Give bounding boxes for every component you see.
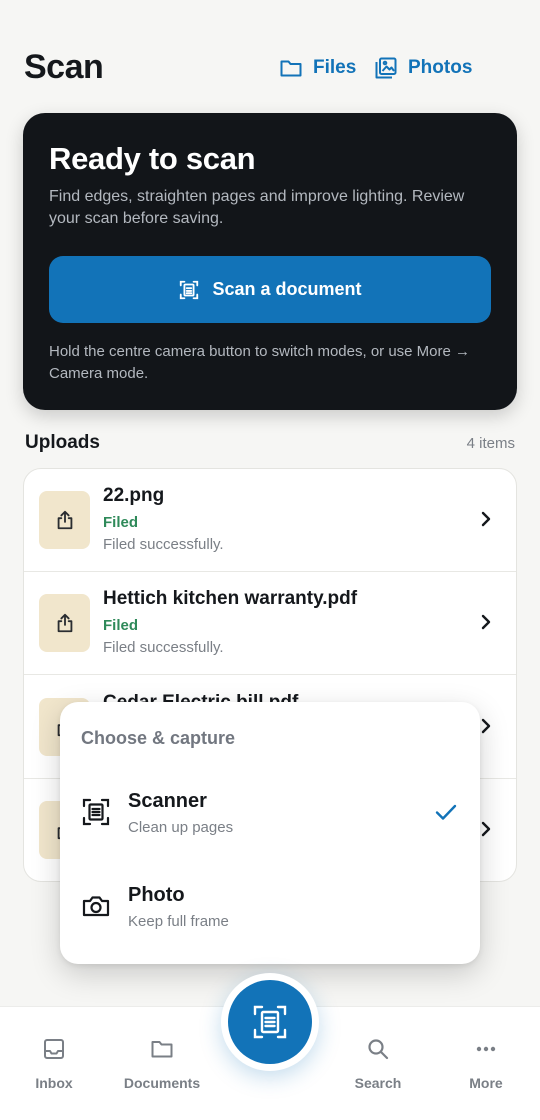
upload-name: Hettich kitchen warranty.pdf [103,588,358,609]
nav-item-more[interactable]: More [436,1037,536,1091]
nav-label-inbox: Inbox [35,1075,73,1091]
nav-label-documents: Documents [123,1075,201,1091]
upload-icon-tile [39,594,90,652]
header: Scan Files Photos [0,0,540,110]
uploads-count: 4 items [466,435,515,452]
upload-icon-tile [39,491,90,549]
scanner-option[interactable]: Scanner Clean up pages [60,782,480,862]
files-link-label: Files [313,57,357,78]
list-item[interactable]: Hettich kitchen warranty.pdf Filed Filed… [24,572,516,675]
photos-link[interactable]: Photos [374,56,472,80]
photo-option[interactable]: Photo Keep full frame [60,876,480,956]
more-icon [476,1046,496,1052]
photos-icon [375,57,397,79]
scanner-option-description: Clean up pages [128,819,234,836]
folder-icon [151,1041,173,1058]
upload-icon [57,613,72,633]
list-item[interactable]: 22.png Filed Filed successfully. [24,469,516,572]
document-scan-icon [180,280,199,299]
folder-icon [280,60,302,77]
photo-option-description: Keep full frame [128,913,229,930]
scan-document-button[interactable]: Scan a document [49,256,491,323]
upload-name: 22.png [103,485,165,506]
checkmark-icon [435,804,457,820]
hero-description: Find edges, straighten pages and improve… [49,188,465,227]
page-title: Scan [24,48,104,86]
hero-title: Ready to scan [49,141,256,176]
chevron-right-icon [481,614,491,630]
uploads-title: Uploads [25,432,100,453]
photos-link-label: Photos [408,57,473,78]
upload-detail: Filed successfully. [103,639,224,656]
nav-item-documents[interactable]: Documents [112,1037,212,1091]
nav-label-more: More [469,1075,503,1091]
files-link[interactable]: Files [279,56,356,80]
nav-label-search: Search [354,1075,402,1091]
upload-status: Filed [103,617,139,634]
upload-detail: Filed successfully. [103,536,224,553]
inbox-icon [44,1039,64,1059]
upload-icon [57,510,72,530]
scanner-option-label: Scanner [128,790,207,812]
document-scan-icon [253,1005,287,1039]
uploads-header: Uploads 4 items [25,432,515,458]
nav-item-inbox[interactable]: Inbox [4,1037,104,1091]
search-icon [368,1039,389,1060]
capture-mode-popover: Choose & capture Scanner Clean up pages … [60,702,480,964]
scan-document-label: Scan a document [212,279,362,299]
scan-fab-button[interactable] [228,980,312,1064]
scan-hero-card: Ready to scan Find edges, straighten pag… [23,113,517,410]
chevron-right-icon [481,511,491,527]
photo-option-label: Photo [128,884,185,906]
upload-status: Filed [103,514,139,531]
camera-icon [82,896,110,917]
nav-item-search[interactable]: Search [328,1037,428,1091]
document-scan-icon [82,798,110,826]
hero-hint: Hold the centre camera button to switch … [49,343,471,382]
popover-title: Choose & capture [81,728,236,748]
